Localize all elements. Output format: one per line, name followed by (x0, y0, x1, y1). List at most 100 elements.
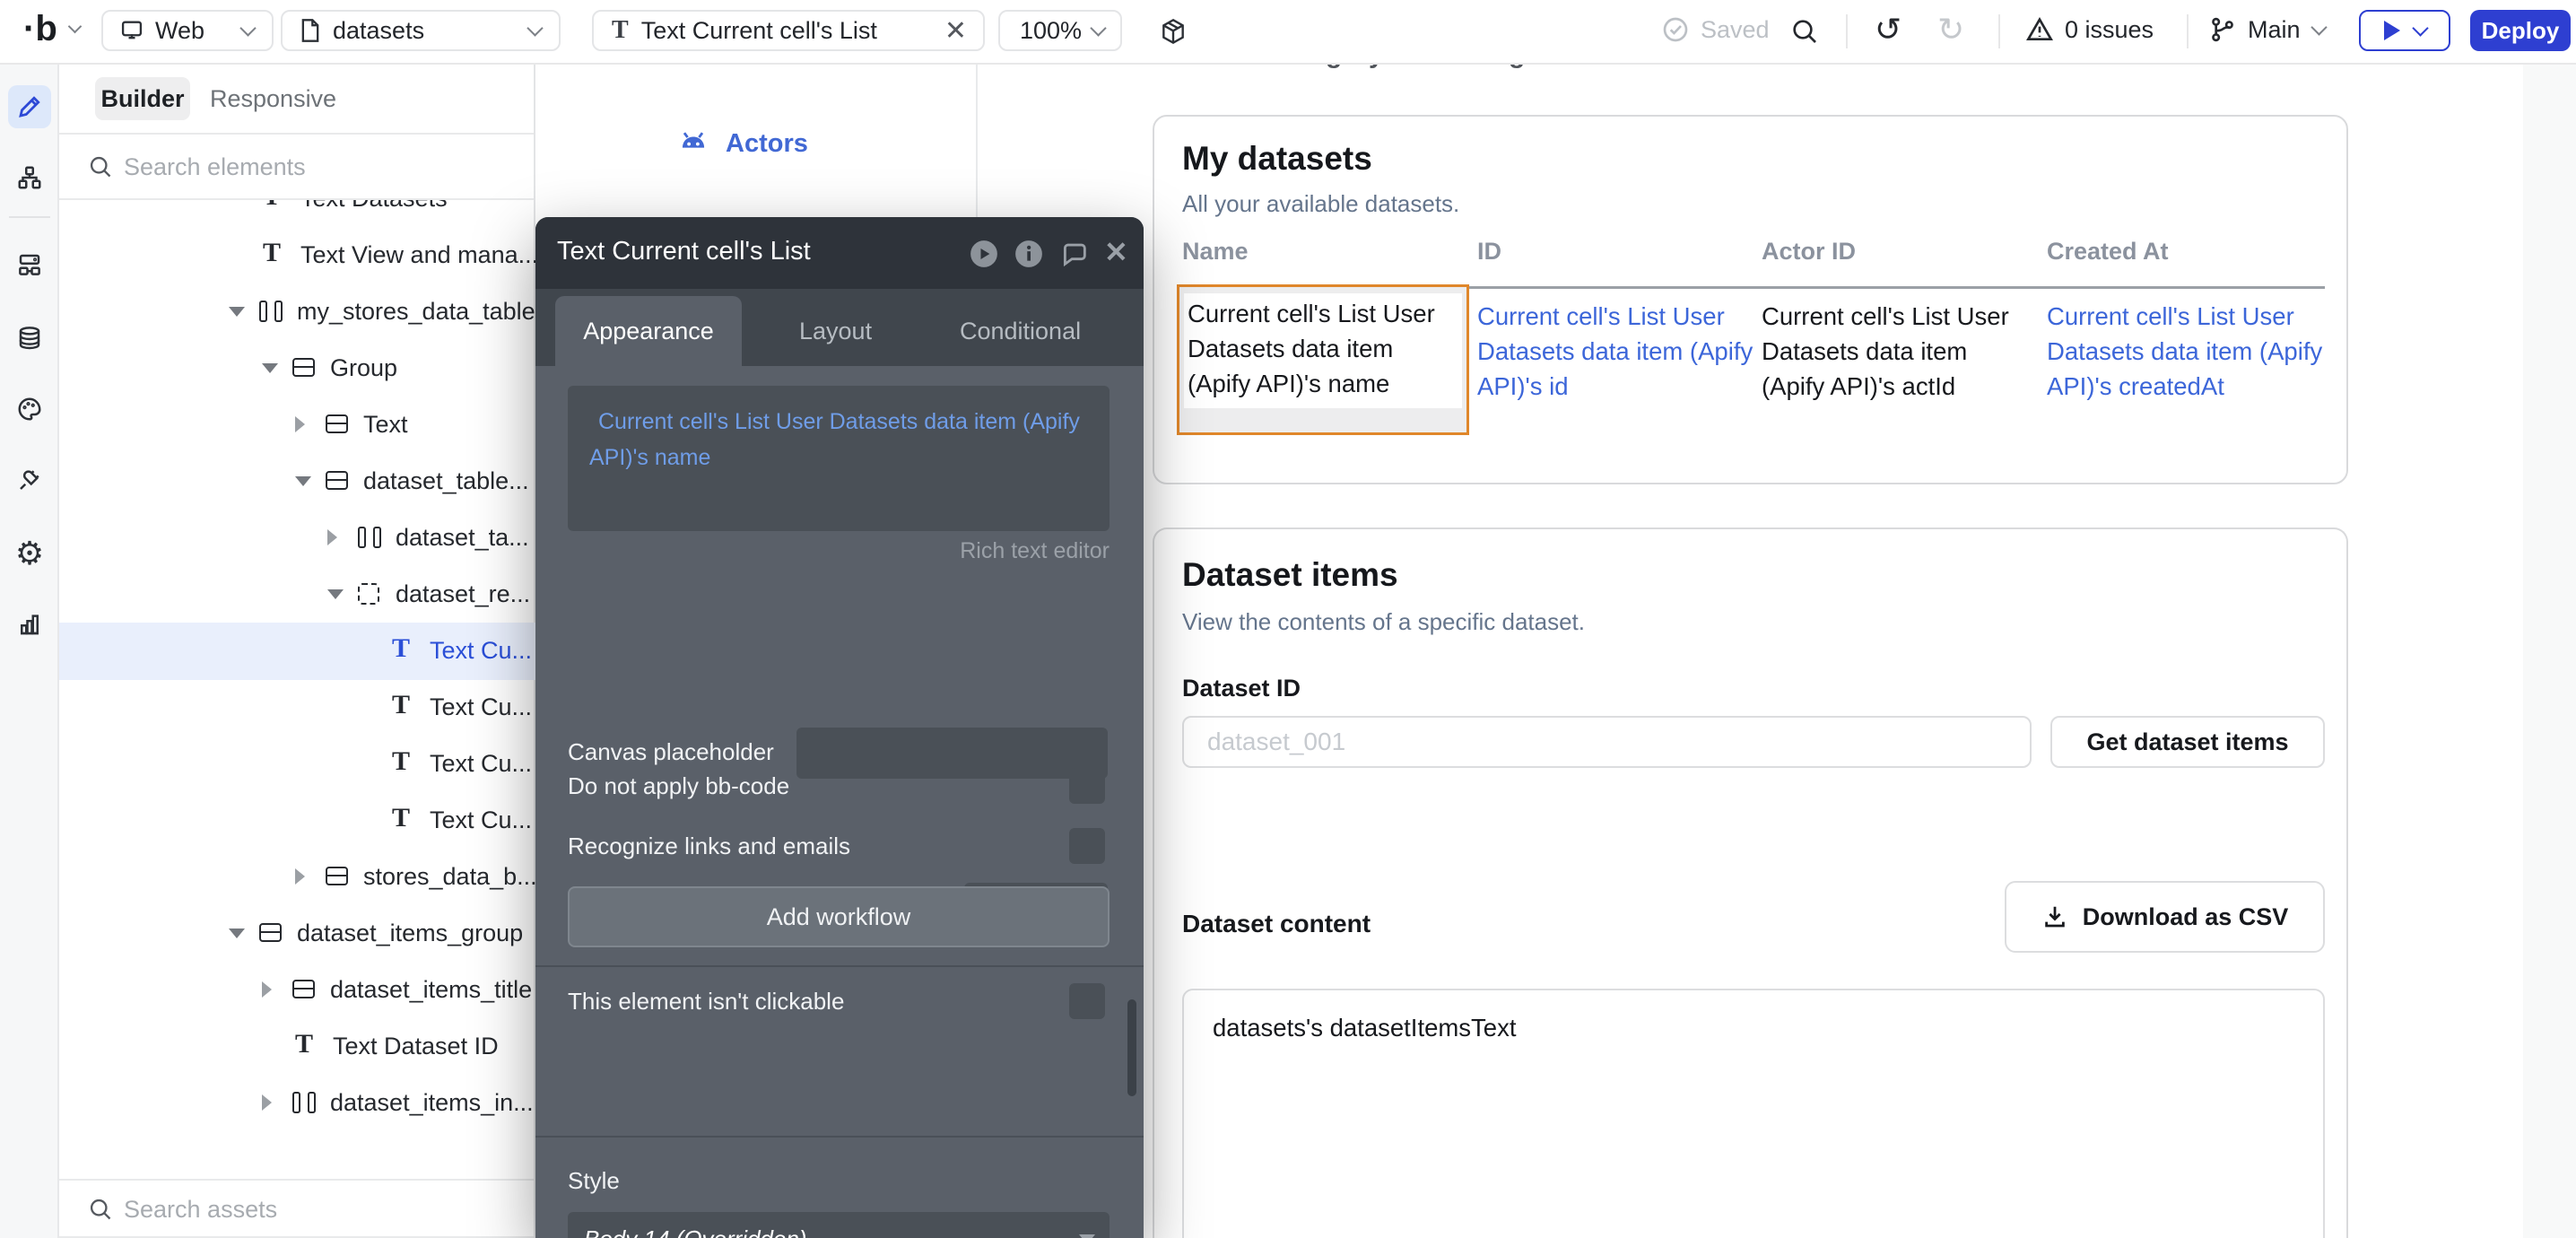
chevron-down-icon[interactable] (262, 363, 278, 373)
environment-selector[interactable]: Web (101, 10, 274, 51)
chevron-down-icon[interactable] (295, 476, 311, 486)
dataset-id-input[interactable] (1184, 718, 2030, 766)
tree-item[interactable]: TText Dataset ID (59, 1018, 535, 1076)
chevron-right-icon[interactable] (295, 868, 305, 885)
selected-text-element[interactable]: Current cell's List User Datasets data i… (1177, 284, 1469, 435)
tree-item-label: Text Dataset ID (333, 1033, 499, 1060)
cell-created-at[interactable]: Current cell's List User Datasets data i… (2047, 299, 2352, 404)
tree-item[interactable]: dataset_table... (59, 453, 535, 510)
dataset-id-label: Dataset ID (1182, 675, 1301, 702)
comment-icon[interactable] (1059, 239, 1090, 269)
canvas-gutter (2523, 63, 2576, 1238)
toolbar-divider (2187, 14, 2189, 48)
logs-button[interactable] (8, 603, 51, 646)
clickable-label: This element isn't clickable (568, 988, 844, 1016)
pencil-icon (16, 93, 43, 120)
style-label: Style (568, 1167, 620, 1195)
tree-item[interactable]: TText View and mana... (59, 227, 535, 284)
issues-indicator[interactable]: 0 issues (2025, 15, 2154, 44)
links-checkbox[interactable] (1069, 828, 1105, 864)
card-title: Dataset items (1182, 556, 1398, 594)
inspector-body: Current cell's List User Datasets data i… (535, 366, 1144, 1238)
download-csv-button[interactable]: Download as CSV (2005, 881, 2325, 953)
zoom-selector[interactable]: 100% (998, 10, 1122, 51)
page-selector[interactable]: datasets (281, 10, 561, 51)
tree-item[interactable]: Group (59, 340, 535, 397)
tree-item[interactable]: dataset_items_title (59, 962, 535, 1019)
tree-item[interactable]: dataset_ta... (59, 510, 535, 567)
clickable-checkbox[interactable] (1069, 983, 1105, 1019)
search-icon (88, 1197, 111, 1220)
undo-icon[interactable]: ↺ (1875, 11, 1902, 48)
chevron-down-icon[interactable] (327, 589, 344, 599)
chevron-right-icon[interactable] (262, 981, 272, 998)
save-status: Saved (1661, 15, 1770, 44)
group-element-icon (259, 923, 282, 942)
search-assets-input[interactable] (122, 1181, 502, 1238)
chevron-down-icon[interactable] (229, 307, 245, 317)
info-icon[interactable] (1014, 239, 1044, 269)
chevron-down-icon (67, 20, 82, 34)
bbcode-checkbox[interactable] (1069, 768, 1105, 804)
tree-item[interactable]: T Text Cu... (59, 736, 535, 793)
chevron-down-icon[interactable] (229, 928, 245, 938)
tree-item[interactable]: TText Cu... (59, 679, 535, 737)
settings-button[interactable]: ⚙ (8, 532, 51, 575)
app-menu[interactable]: ·b (23, 9, 80, 49)
canvas-placeholder-input[interactable] (796, 728, 1108, 779)
design-mode-button[interactable] (8, 85, 51, 128)
tree-item[interactable]: TText Cu... (59, 623, 535, 680)
chevron-right-icon[interactable] (295, 416, 305, 432)
text-element-icon: T (392, 692, 410, 719)
tree-item-label: dataset_items_title (330, 976, 532, 1004)
text-element-icon: T (392, 748, 410, 775)
rich-text-field[interactable]: Current cell's List User Datasets data i… (568, 386, 1110, 531)
deploy-button[interactable]: Deploy (2470, 10, 2571, 51)
tree-item-label: Text Cu... (430, 750, 532, 778)
inspector-header[interactable]: Text Current cell's List ✕ (535, 217, 1144, 289)
branch-selector[interactable]: Main (2208, 15, 2325, 44)
sitemap-button[interactable] (8, 156, 51, 199)
column-header-created-at: Created At (2047, 238, 2169, 266)
close-icon[interactable]: ✕ (944, 15, 967, 47)
plugins-button[interactable] (8, 458, 51, 501)
cell-id[interactable]: Current cell's List User Datasets data i… (1477, 299, 1778, 404)
tab-builder[interactable]: Builder (95, 77, 190, 120)
style-dropdown[interactable]: Body 14 (Overridden) (568, 1212, 1110, 1238)
styles-button[interactable] (8, 388, 51, 431)
tree-item[interactable]: dataset_items_in... (59, 1075, 535, 1132)
package-icon[interactable] (1159, 17, 1188, 46)
group-element-icon (326, 471, 348, 490)
chevron-right-icon[interactable] (327, 529, 337, 545)
tree-item[interactable]: my_stores_data_table (59, 283, 535, 341)
tab-responsive[interactable]: Responsive (210, 77, 336, 120)
components-button[interactable] (8, 243, 51, 286)
tab-appearance[interactable]: Appearance (555, 296, 742, 366)
inspector-scrollbar[interactable] (1127, 999, 1136, 1096)
preview-button[interactable] (2359, 10, 2450, 51)
tree-item[interactable]: Text (59, 397, 535, 454)
add-workflow-button[interactable]: Add workflow (568, 886, 1110, 947)
section-divider (535, 1136, 1144, 1138)
element-tab[interactable]: T Text Current cell's List ✕ (592, 10, 985, 51)
get-dataset-items-button[interactable]: Get dataset items (2050, 716, 2325, 768)
tree-item[interactable]: dataset_re... (59, 566, 535, 623)
card-subtitle: All your available datasets. (1182, 190, 1459, 218)
tree-item[interactable]: TText Cu... (59, 792, 535, 850)
chevron-right-icon[interactable] (262, 1094, 272, 1111)
sidebar-item-label: Actors (726, 129, 808, 159)
tab-layout[interactable]: Layout (799, 296, 872, 366)
tab-conditional[interactable]: Conditional (960, 296, 1081, 366)
close-icon[interactable]: ✕ (1104, 235, 1135, 266)
search-icon[interactable] (1790, 17, 1819, 46)
database-button[interactable] (8, 317, 51, 360)
tree-item[interactable]: stores_data_b... (59, 849, 535, 906)
play-circle-icon[interactable] (969, 239, 999, 269)
sidebar-item-actors[interactable]: Actors (677, 118, 808, 169)
tree-item[interactable]: dataset_items_group (59, 905, 535, 963)
redo-icon[interactable]: ↻ (1937, 11, 1964, 48)
tree-item[interactable]: TText Datasets (59, 200, 535, 228)
chevron-down-icon (527, 20, 543, 36)
search-elements-input[interactable] (122, 135, 502, 200)
rich-text-editor-link[interactable]: Rich text editor (960, 538, 1110, 564)
